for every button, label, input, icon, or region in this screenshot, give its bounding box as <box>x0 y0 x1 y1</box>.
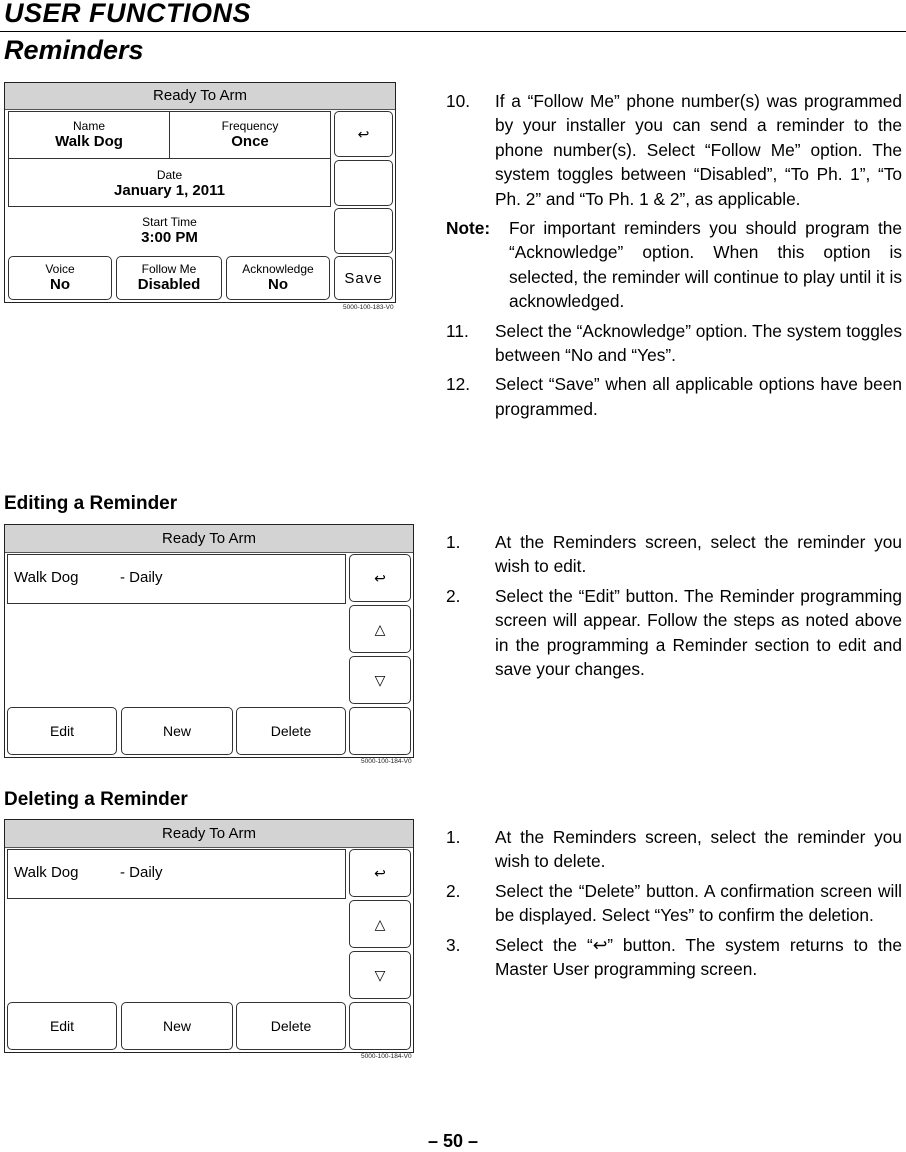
reminder-frequency: - Daily <box>120 569 163 586</box>
frequency-value: Once <box>231 133 269 150</box>
delete-step-1: 1. At the Reminders screen, select the r… <box>446 827 902 872</box>
new-button[interactable]: New <box>121 1002 233 1050</box>
voice-label: Voice <box>45 262 75 276</box>
blank-button[interactable] <box>349 707 411 755</box>
figure-code: 5000-100-184-V0 <box>361 1053 412 1060</box>
new-button[interactable]: New <box>121 707 233 755</box>
editing-title: Editing a Reminder <box>4 493 178 514</box>
status-bar: Ready To Arm <box>5 525 413 553</box>
blank-button[interactable] <box>349 1002 411 1050</box>
voice-value: No <box>50 276 70 293</box>
back-button[interactable]: ↩ <box>349 554 411 602</box>
follow-me-value: Disabled <box>137 276 201 293</box>
figure-code: 5000-100-183-V0 <box>343 304 394 311</box>
follow-me-button[interactable]: Follow Me Disabled <box>116 256 222 300</box>
page-number: – 50 – <box>427 1131 479 1151</box>
back-arrow-icon: ↩ <box>374 865 386 881</box>
reminder-name: Walk Dog <box>14 569 79 586</box>
date-field[interactable]: Date January 1, 2011 <box>8 158 331 207</box>
up-arrow-icon: △ <box>374 916 386 932</box>
blank-button-2[interactable] <box>334 208 393 254</box>
back-arrow-icon: ↩ <box>357 126 370 142</box>
editing-steps: 1. At the Reminders screen, select the r… <box>446 530 902 686</box>
delete-button[interactable]: Delete <box>236 707 346 755</box>
date-value: January 1, 2011 <box>114 182 225 199</box>
header-divider <box>0 31 906 32</box>
down-arrow-icon: ▽ <box>374 672 386 688</box>
edit-step-2: 2. Select the “Edit” button. The Reminde… <box>446 585 902 680</box>
follow-me-label: Follow Me <box>141 262 197 276</box>
scroll-up-button[interactable]: △ <box>349 605 411 653</box>
acknowledge-button[interactable]: Acknowledge No <box>226 256 330 300</box>
status-bar: Ready To Arm <box>5 83 395 110</box>
programming-steps: 10. If a “Follow Me” phone number(s) was… <box>446 89 902 426</box>
section-title: Reminders <box>4 35 144 65</box>
step-10: 10. If a “Follow Me” phone number(s) was… <box>446 91 902 209</box>
reminder-row[interactable]: Walk Dog - Daily <box>7 554 346 604</box>
edit-button[interactable]: Edit <box>7 1002 117 1050</box>
reminders-list-screen-delete: Ready To Arm Walk Dog - Daily ↩ △ ▽ Edit… <box>4 819 414 1053</box>
scroll-down-button[interactable]: ▽ <box>349 656 411 704</box>
up-arrow-icon: △ <box>374 621 386 637</box>
frequency-label: Frequency <box>221 119 279 133</box>
step-12: 12. Select “Save” when all applicable op… <box>446 374 902 419</box>
chapter-title: USER FUNCTIONS <box>4 0 252 28</box>
reminder-name: Walk Dog <box>14 864 79 881</box>
deleting-steps: 1. At the Reminders screen, select the r… <box>446 825 902 986</box>
edit-button[interactable]: Edit <box>7 707 117 755</box>
scroll-up-button[interactable]: △ <box>349 900 411 948</box>
deleting-title: Deleting a Reminder <box>4 789 188 810</box>
name-label: Name <box>72 119 105 133</box>
down-arrow-icon: ▽ <box>374 967 386 983</box>
figure-code: 5000-100-184-V0 <box>361 758 412 765</box>
delete-step-2: 2. Select the “Delete” button. A confirm… <box>446 880 902 926</box>
start-time-value: 3:00 PM <box>141 229 198 246</box>
blank-button-1[interactable] <box>334 160 393 206</box>
scroll-down-button[interactable]: ▽ <box>349 951 411 999</box>
reminder-row[interactable]: Walk Dog - Daily <box>7 849 346 899</box>
step-11: 11. Select the “Acknowledge” option. The… <box>446 320 902 366</box>
delete-step-3: 3. Select the “↩” button. The system ret… <box>446 934 902 980</box>
reminder-frequency: - Daily <box>120 864 163 881</box>
back-arrow-icon: ↩ <box>374 570 386 586</box>
reminders-list-screen-edit: Ready To Arm Walk Dog - Daily ↩ △ ▽ Edit… <box>4 524 414 758</box>
note: Note: For important reminders you should… <box>446 218 902 312</box>
acknowledge-value: No <box>268 276 288 293</box>
acknowledge-label: Acknowledge <box>242 262 314 276</box>
back-button[interactable]: ↩ <box>349 849 411 897</box>
reminder-programming-screen: Ready To Arm Name Walk Dog Frequency Onc… <box>4 82 396 303</box>
name-field[interactable]: Name Walk Dog <box>8 111 170 159</box>
frequency-field[interactable]: Frequency Once <box>169 111 331 159</box>
back-button[interactable]: ↩ <box>334 111 393 157</box>
date-label: Date <box>156 168 183 182</box>
start-time-label: Start Time <box>142 215 197 229</box>
edit-step-1: 1. At the Reminders screen, select the r… <box>446 532 902 577</box>
delete-button[interactable]: Delete <box>236 1002 346 1050</box>
voice-button[interactable]: Voice No <box>8 256 112 300</box>
start-time-field[interactable]: Start Time 3:00 PM <box>8 207 331 253</box>
save-label: Save <box>344 269 383 287</box>
name-value: Walk Dog <box>55 133 123 150</box>
status-bar: Ready To Arm <box>5 820 413 848</box>
save-button[interactable]: Save <box>334 256 393 300</box>
